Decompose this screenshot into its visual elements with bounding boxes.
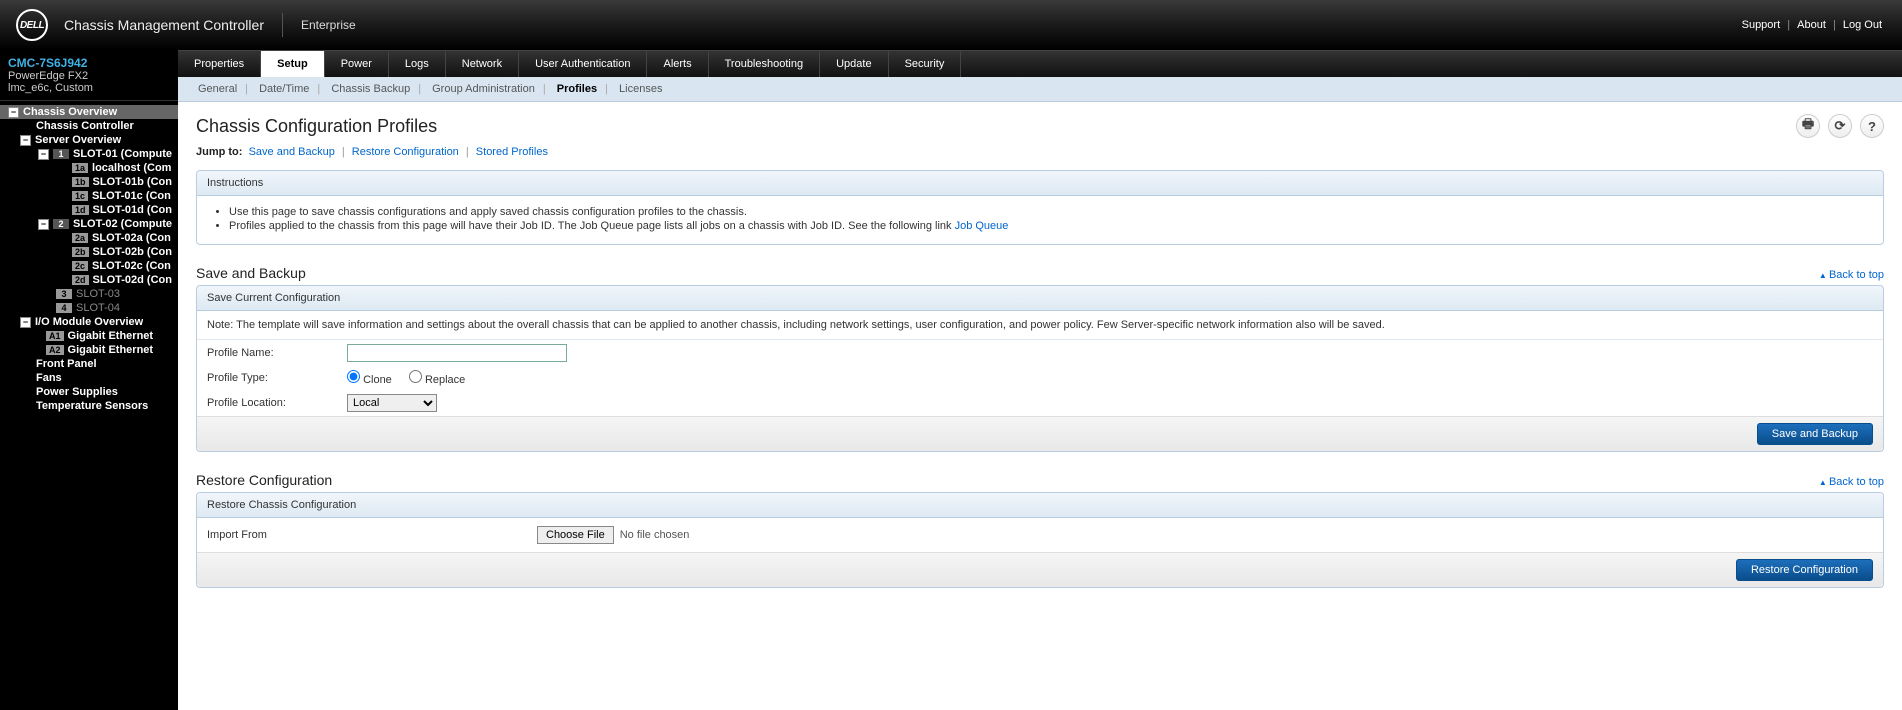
save-backup-button[interactable]: Save and Backup (1757, 423, 1873, 445)
collapse-icon[interactable]: − (20, 135, 31, 146)
tab-troubleshooting[interactable]: Troubleshooting (709, 51, 820, 77)
about-link[interactable]: About (1797, 19, 1826, 31)
subtab-chassis-backup[interactable]: Chassis Backup (323, 83, 418, 95)
device-name: CMC-7S6J942 (8, 56, 170, 70)
dell-logo: DELL (16, 9, 48, 41)
instructions-panel: Instructions Use this page to save chass… (196, 170, 1884, 245)
subtab-profiles[interactable]: Profiles (549, 83, 605, 95)
device-model: PowerEdge FX2 (8, 70, 170, 82)
jump-save-backup[interactable]: Save and Backup (249, 146, 335, 158)
restore-title: Restore Configuration (196, 472, 332, 488)
tree-slot-02d[interactable]: 2d SLOT-02d (Con (0, 273, 178, 287)
tree-temp-sensors[interactable]: Temperature Sensors (0, 399, 178, 413)
tree-slot-01b[interactable]: 1b SLOT-01b (Con (0, 175, 178, 189)
profile-type-label: Profile Type: (207, 372, 347, 384)
tab-alerts[interactable]: Alerts (647, 51, 708, 77)
clone-radio[interactable] (347, 370, 360, 383)
nav-tree: − Chassis Overview Chassis Controller − … (0, 101, 178, 417)
instructions-header: Instructions (197, 171, 1883, 196)
tree-front-panel[interactable]: Front Panel (0, 357, 178, 371)
choose-file-button[interactable]: Choose File (537, 526, 614, 544)
tree-slot-01[interactable]: − 1 SLOT-01 (Compute (0, 147, 178, 161)
tree-io-a2[interactable]: A2 Gigabit Ethernet (0, 343, 178, 357)
logout-link[interactable]: Log Out (1843, 19, 1882, 31)
tree-fans[interactable]: Fans (0, 371, 178, 385)
collapse-icon[interactable]: − (38, 149, 49, 160)
print-icon[interactable]: 🖶 (1796, 114, 1820, 138)
tree-chassis-controller[interactable]: Chassis Controller (0, 119, 178, 133)
app-header: DELL Chassis Management Controller Enter… (0, 0, 1902, 50)
collapse-icon[interactable]: − (8, 107, 19, 118)
sidebar-header: CMC-7S6J942 PowerEdge FX2 lmc_e6c, Custo… (0, 50, 178, 101)
header-links: Support | About | Log Out (1738, 19, 1886, 31)
tab-user-auth[interactable]: User Authentication (519, 51, 647, 77)
tab-network[interactable]: Network (446, 51, 519, 77)
back-to-top-link-2[interactable]: Back to top (1819, 476, 1884, 488)
profile-location-label: Profile Location: (207, 397, 347, 409)
tree-chassis-overview[interactable]: − Chassis Overview (0, 105, 178, 119)
tree-io-overview[interactable]: − I/O Module Overview (0, 315, 178, 329)
tab-setup[interactable]: Setup (261, 51, 325, 77)
app-title: Chassis Management Controller (64, 17, 264, 33)
tab-logs[interactable]: Logs (389, 51, 446, 77)
profile-type-clone[interactable]: Clone (347, 374, 392, 386)
restore-panel: Restore Chassis Configuration Import Fro… (196, 492, 1884, 588)
save-backup-panel-header: Save Current Configuration (197, 286, 1883, 311)
back-to-top-link[interactable]: Back to top (1819, 269, 1884, 281)
tree-slot-02c[interactable]: 2c SLOT-02c (Con (0, 259, 178, 273)
subtab-group-admin[interactable]: Group Administration (424, 83, 543, 95)
jump-label: Jump to: (196, 146, 242, 158)
sidebar: CMC-7S6J942 PowerEdge FX2 lmc_e6c, Custo… (0, 50, 178, 710)
content-area: Properties Setup Power Logs Network User… (178, 50, 1902, 710)
subtab-datetime[interactable]: Date/Time (251, 83, 317, 95)
tree-server-overview[interactable]: − Server Overview (0, 133, 178, 147)
collapse-icon[interactable]: − (20, 317, 31, 328)
subtab-general[interactable]: General (190, 83, 245, 95)
tree-slot-01d[interactable]: 1d SLOT-01d (Con (0, 203, 178, 217)
tab-security[interactable]: Security (889, 51, 962, 77)
import-from-label: Import From (207, 529, 537, 541)
instruction-line-2: Profiles applied to the chassis from thi… (229, 220, 1869, 232)
profile-name-label: Profile Name: (207, 347, 347, 359)
sub-tabs: General| Date/Time| Chassis Backup| Grou… (178, 77, 1902, 102)
save-backup-title: Save and Backup (196, 265, 306, 281)
collapse-icon[interactable]: − (38, 219, 49, 230)
jump-to-row: Jump to: Save and Backup | Restore Confi… (196, 146, 1884, 158)
restore-panel-header: Restore Chassis Configuration (197, 493, 1883, 518)
tab-power[interactable]: Power (325, 51, 389, 77)
tree-slot-02[interactable]: − 2 SLOT-02 (Compute (0, 217, 178, 231)
tree-io-a1[interactable]: A1 Gigabit Ethernet (0, 329, 178, 343)
tree-slot-02b[interactable]: 2b SLOT-02b (Con (0, 245, 178, 259)
job-queue-link[interactable]: Job Queue (955, 220, 1009, 232)
jump-stored[interactable]: Stored Profiles (476, 146, 548, 158)
header-divider (282, 13, 283, 37)
save-backup-note: Note: The template will save information… (197, 311, 1883, 340)
tree-power-supplies[interactable]: Power Supplies (0, 385, 178, 399)
help-icon[interactable]: ? (1860, 114, 1884, 138)
subtab-licenses[interactable]: Licenses (611, 83, 670, 95)
page-title: Chassis Configuration Profiles (196, 116, 437, 137)
profile-location-select[interactable]: Local (347, 394, 437, 412)
support-link[interactable]: Support (1742, 19, 1781, 31)
refresh-icon[interactable]: ⟳ (1828, 114, 1852, 138)
app-subtitle: Enterprise (301, 18, 356, 32)
file-status: No file chosen (620, 529, 690, 541)
tree-slot-02a[interactable]: 2a SLOT-02a (Con (0, 231, 178, 245)
tab-update[interactable]: Update (820, 51, 888, 77)
tree-slot-01a[interactable]: 1a localhost (Com (0, 161, 178, 175)
tab-properties[interactable]: Properties (178, 51, 261, 77)
main-tabs: Properties Setup Power Logs Network User… (178, 50, 1902, 77)
profile-type-replace[interactable]: Replace (409, 374, 465, 386)
device-extra: lmc_e6c, Custom (8, 82, 170, 94)
restore-button[interactable]: Restore Configuration (1736, 559, 1873, 581)
tree-slot-03[interactable]: 3 SLOT-03 (0, 287, 178, 301)
tree-slot-01c[interactable]: 1c SLOT-01c (Con (0, 189, 178, 203)
save-backup-panel: Save Current Configuration Note: The tem… (196, 285, 1884, 452)
jump-restore[interactable]: Restore Configuration (352, 146, 459, 158)
instruction-line-1: Use this page to save chassis configurat… (229, 206, 1869, 218)
replace-radio[interactable] (409, 370, 422, 383)
profile-name-input[interactable] (347, 344, 567, 362)
tree-slot-04[interactable]: 4 SLOT-04 (0, 301, 178, 315)
